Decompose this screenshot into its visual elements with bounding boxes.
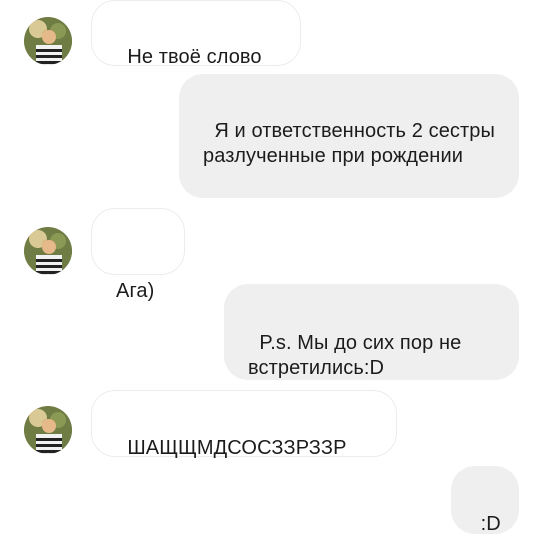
sender-avatar[interactable] <box>24 406 72 454</box>
message-bubble-incoming[interactable]: Ага) <box>91 208 185 302</box>
message-text: Не твоё слово <box>127 46 262 68</box>
message-bubble-outgoing[interactable]: P.s. Мы до сих пор не встретились:D <box>224 284 519 380</box>
message-bubble-incoming[interactable]: ШАЩЩМДСОСЗЗРЗЗР <box>91 390 397 459</box>
message-text: Я и ответственность 2 сестры разлученные… <box>203 120 501 167</box>
message-text: P.s. Мы до сих пор не встретились:D <box>248 332 468 379</box>
message-bubble-outgoing[interactable]: :D <box>451 466 519 535</box>
sender-avatar[interactable] <box>24 227 72 275</box>
message-text: ШАЩЩМДСОСЗЗРЗЗР <box>127 437 347 459</box>
message-bubble-incoming[interactable]: Не твоё слово <box>91 0 301 68</box>
message-text: :D <box>480 513 501 535</box>
message-text: Ага) <box>116 280 155 302</box>
sender-avatar[interactable] <box>24 17 72 65</box>
message-bubble-outgoing[interactable]: Я и ответственность 2 сестры разлученные… <box>179 74 519 198</box>
